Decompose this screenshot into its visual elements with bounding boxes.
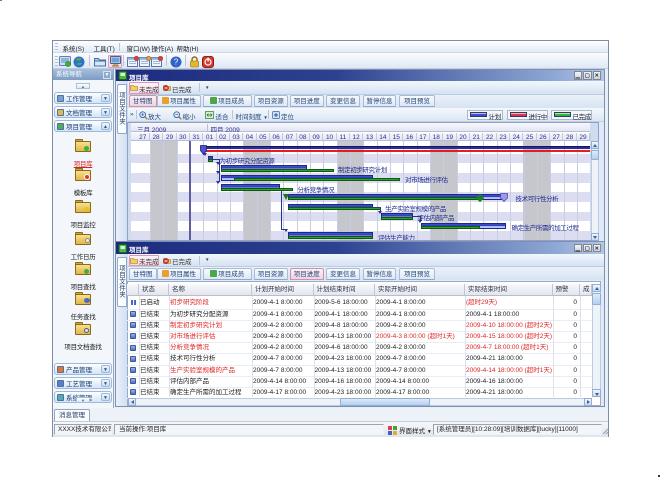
svg-text:+: + bbox=[141, 112, 144, 118]
svg-text:?: ? bbox=[174, 57, 179, 66]
svg-text:−: − bbox=[175, 112, 178, 118]
